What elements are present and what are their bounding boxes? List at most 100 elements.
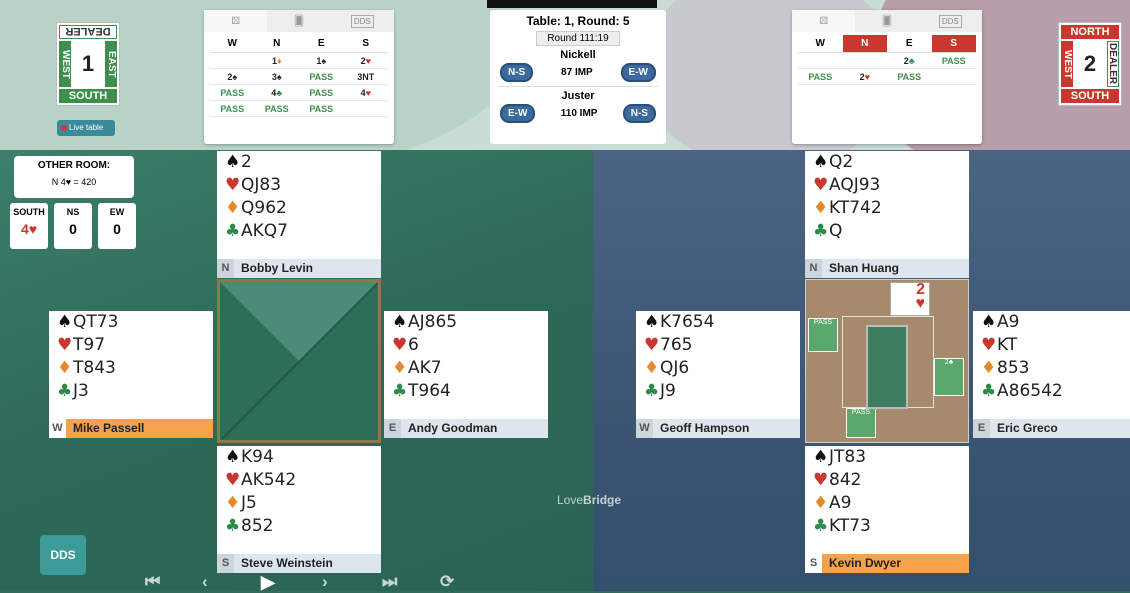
suit-row[interactable]: ♥842 [805, 469, 969, 492]
player-label: E Andy Goodman [384, 419, 548, 438]
bid-cell: PASS [254, 101, 299, 117]
suit-row[interactable]: ♠Q2 [805, 151, 969, 174]
suit-row[interactable]: ♠A9 [973, 311, 1130, 334]
header-strip [487, 0, 657, 8]
bid-header: N [254, 35, 299, 53]
other-room-result: N 4♥ = 420 [51, 177, 97, 187]
bid-cell: 2♠ [210, 69, 255, 85]
suit-row[interactable]: ♥KT [973, 334, 1130, 357]
suit-row[interactable]: ♠QT73 [49, 311, 213, 334]
dealer-compass-right: NORTH WEST 2 DEALER SOUTH [1058, 22, 1122, 106]
suit-row[interactable]: ♦A9 [805, 492, 969, 515]
bid-cell [210, 53, 255, 69]
bid-cell: PASS [210, 85, 255, 101]
table-info-panel: Table: 1, Round: 5 Round 111:19 Nickell … [490, 10, 666, 144]
hand-t1-north: ♠2 ♥QJ83 ♦Q962 ♣AKQ7 [217, 151, 381, 259]
bid-cell: PASS [210, 101, 255, 117]
bid-cell: PASS [887, 69, 932, 85]
tab-dds[interactable]: DDS [331, 10, 394, 32]
suit-row[interactable]: ♣T964 [384, 380, 548, 403]
tab-cards-icon[interactable]: 🂠 [267, 10, 330, 32]
direction-badge: N-S [622, 104, 656, 123]
suit-row[interactable]: ♦KT742 [805, 197, 969, 220]
bid-header: W [210, 35, 255, 53]
tab-dds[interactable]: DDS [919, 10, 982, 32]
suit-row[interactable]: ♠2 [217, 151, 381, 174]
bid-cell [842, 53, 887, 69]
south-label: SOUTH [59, 89, 117, 103]
suit-row[interactable]: ♦T843 [49, 357, 213, 380]
bid-cell: 1♦ [254, 53, 299, 69]
suit-row[interactable]: ♣AKQ7 [217, 220, 381, 243]
suit-row[interactable]: ♣J3 [49, 380, 213, 403]
bid-card-south: PASS [846, 408, 876, 438]
suit-row[interactable]: ♣Q [805, 220, 969, 243]
bid-cell [798, 53, 843, 69]
play-icon[interactable]: ▶ [261, 572, 275, 593]
refresh-icon[interactable]: ⟳ [440, 572, 454, 592]
suit-row[interactable]: ♣KT73 [805, 515, 969, 538]
player-label: N Bobby Levin [217, 259, 381, 278]
player-label: E Eric Greco [973, 419, 1130, 438]
bid-cell: 3NT [343, 69, 388, 85]
board-number: 1 [81, 51, 95, 76]
suit-row[interactable]: ♣A86542 [973, 380, 1130, 403]
tab-dice-icon[interactable]: ⚄ [204, 10, 268, 32]
bid-cell: PASS [299, 101, 344, 117]
prev-icon[interactable]: ‹ [202, 572, 208, 592]
bid-cell: 2♣ [887, 53, 932, 69]
lovebridge-logo: LoveBridge [557, 493, 622, 507]
south-label: SOUTH [1061, 89, 1119, 103]
dds-button[interactable]: DDS [40, 535, 86, 575]
bid-card-east: 2♣ [934, 358, 964, 396]
bid-header: E [887, 35, 932, 53]
dealer-compass-left: DEALER WEST 1 EAST SOUTH [56, 22, 120, 106]
dealer-label: DEALER [1107, 41, 1119, 87]
hand-t2-east: ♠A9 ♥KT ♦853 ♣A86542 [973, 311, 1130, 419]
bid-card-west: PASS [808, 318, 838, 352]
bid-cell: 2♥ [343, 53, 388, 69]
bid-cell: 2♥ [842, 69, 887, 85]
player-label: W Mike Passell [49, 419, 213, 438]
suit-row[interactable]: ♦AK7 [384, 357, 548, 380]
player-label: N Shan Huang [805, 259, 969, 278]
bid-header: W [798, 35, 843, 53]
suit-row[interactable]: ♥AQJ93 [805, 174, 969, 197]
tab-dice-icon[interactable]: ⚄ [792, 10, 856, 32]
suit-row[interactable]: ♣852 [217, 515, 381, 538]
direction-badge: N-S [500, 63, 534, 82]
suit-row[interactable]: ♥6 [384, 334, 548, 357]
bid-cell: 1♠ [299, 53, 344, 69]
suit-row[interactable]: ♦853 [973, 357, 1130, 380]
live-dot-icon [61, 124, 67, 131]
live-table-button[interactable]: Live table [57, 120, 115, 136]
imp-score: 110 IMP [560, 108, 598, 119]
suit-row[interactable]: ♠K7654 [636, 311, 800, 334]
suit-row[interactable]: ♥AK542 [217, 469, 381, 492]
suit-row[interactable]: ♦J5 [217, 492, 381, 515]
bidding-grid-left: W N E S 1♦ 1♠ 2♥ 2♠ 3♠ PASS 3NT PASS 4♣ PASS 4♥ PASS PAS… [210, 35, 388, 117]
suit-row[interactable]: ♥QJ83 [217, 174, 381, 197]
suit-row[interactable]: ♥T97 [49, 334, 213, 357]
ew-score: EW 0 [98, 203, 136, 249]
bid-cell: PASS [299, 85, 344, 101]
suit-row[interactable]: ♠K94 [217, 446, 381, 469]
hand-t2-north: ♠Q2 ♥AQJ93 ♦KT742 ♣Q [805, 151, 969, 259]
bid-header: S [343, 35, 388, 53]
suit-row[interactable]: ♦QJ6 [636, 357, 800, 380]
suit-row[interactable]: ♠AJ865 [384, 311, 548, 334]
next-icon[interactable]: › [322, 572, 328, 592]
last-icon[interactable]: ⏭ [382, 572, 397, 592]
suit-row[interactable]: ♥765 [636, 334, 800, 357]
bid-header: S [931, 35, 976, 53]
first-icon[interactable]: ⏮ [145, 572, 160, 592]
suit-row[interactable]: ♦Q962 [217, 197, 381, 220]
suit-row[interactable]: ♣J9 [636, 380, 800, 403]
suit-row[interactable]: ♠JT83 [805, 446, 969, 469]
direction-badge: E-W [620, 63, 656, 82]
tab-cards-icon[interactable]: 🂠 [855, 10, 918, 32]
team-name: Juster [561, 90, 595, 102]
bidding-grid-right: W N E S 2♣ PASS PASS 2♥ PASS [798, 35, 976, 85]
bidding-panel-right: ⚄ 🂠 DDS W N E S 2♣ PASS PASS 2♥ PASS [792, 10, 982, 144]
ns-score: NS 0 [54, 203, 92, 249]
